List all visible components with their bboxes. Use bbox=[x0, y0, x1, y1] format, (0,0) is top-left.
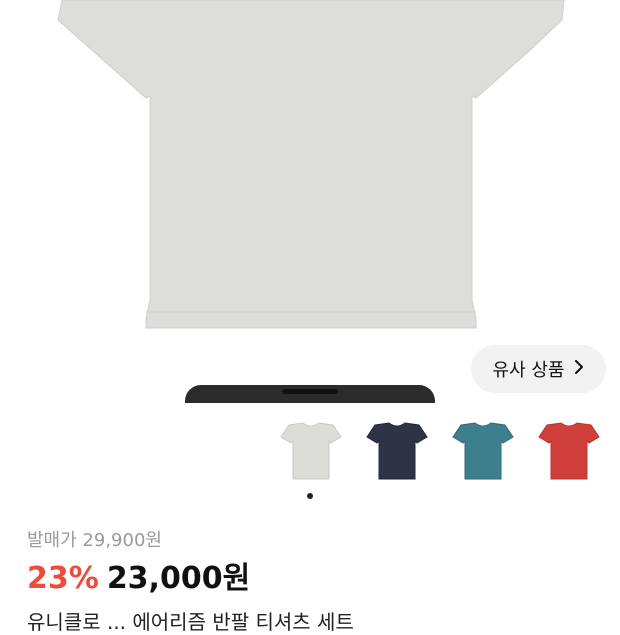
thumbnail-teal[interactable] bbox=[450, 418, 516, 484]
pager-dot bbox=[307, 493, 313, 499]
sale-price: 23,000원 bbox=[106, 561, 251, 596]
thumbnail-heather-gray[interactable] bbox=[278, 418, 344, 484]
bottom-sheet-handle[interactable] bbox=[185, 385, 435, 403]
similar-products-button[interactable]: 유사 상품 bbox=[471, 345, 606, 393]
color-thumbnail-list bbox=[278, 418, 620, 484]
product-hero-image bbox=[0, 0, 620, 395]
sheet-grip[interactable] bbox=[282, 389, 338, 394]
price-row: 23% 23,000원 bbox=[27, 553, 250, 597]
discount-rate: 23% bbox=[27, 561, 99, 596]
original-price-label: 발매가 bbox=[27, 530, 77, 551]
chevron-right-icon bbox=[574, 359, 584, 380]
tshirt-image bbox=[57, 0, 565, 329]
product-title: 유니클로 ... 에어리즘 반팔 티셔츠 세트 bbox=[27, 610, 354, 634]
thumbnail-navy[interactable] bbox=[364, 418, 430, 484]
similar-products-label: 유사 상품 bbox=[492, 360, 565, 381]
original-price: 발매가 29,900원 bbox=[27, 526, 162, 552]
original-price-value: 29,900원 bbox=[82, 530, 162, 551]
thumbnail-red[interactable] bbox=[536, 418, 602, 484]
